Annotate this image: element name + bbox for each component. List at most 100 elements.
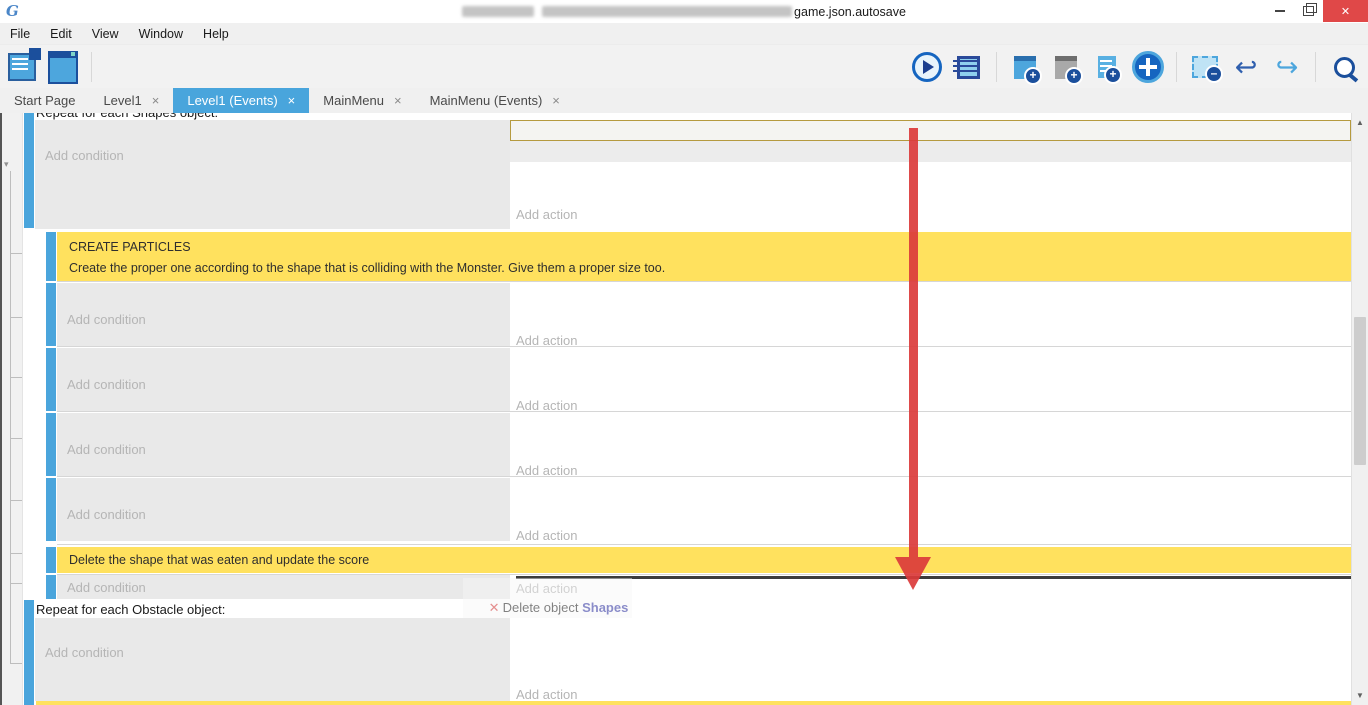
window-controls: ✕	[1265, 0, 1368, 22]
add-comment-button[interactable]: +	[1091, 51, 1123, 83]
annotation-arrow-head	[895, 557, 931, 590]
action-row-play-sound[interactable]: Play the sound killed.wav, vol.: , loop:…	[510, 663, 1351, 684]
conditions-column: x?The number of Shape2 objects is ≠ 0 Ad…	[57, 348, 510, 411]
comment-block[interactable]: CREATE PARTICLES Create the proper one a…	[57, 232, 1351, 281]
event-selection-bar	[24, 600, 34, 705]
add-action-link[interactable]: Add action	[510, 525, 1351, 546]
scene-editor-button[interactable]	[47, 51, 79, 83]
conditions-column: Obstacle is in collision with Monster Ad…	[35, 618, 510, 701]
delete-selection-icon: –	[1192, 56, 1218, 78]
menu-item-edit[interactable]: Edit	[40, 27, 82, 41]
action-row-delete-obstacle[interactable]: ✕Delete object Obstacle	[510, 621, 1351, 642]
tree-tick	[10, 253, 22, 254]
window-title-text: game.json.autosave	[794, 5, 906, 19]
menu-item-view[interactable]: View	[82, 27, 129, 41]
tab-mainmenu[interactable]: MainMenu ×	[309, 88, 415, 113]
event-selection-bar	[46, 232, 56, 281]
vertical-scrollbar[interactable]: ▲ ▼	[1351, 113, 1368, 705]
tree-line	[10, 171, 11, 663]
event-selection-bar	[46, 547, 56, 573]
action-row-damage[interactable]: Damage Monster, removing 1 from its heal…	[510, 642, 1351, 663]
add-condition-link[interactable]: Add condition	[45, 145, 510, 166]
event-separator	[57, 346, 1351, 347]
preview-button[interactable]	[911, 51, 943, 83]
undo-button[interactable]: ↩	[1230, 51, 1262, 83]
condition-row[interactable]: x?The number of Shape1 objects is ≠ 0	[67, 288, 510, 309]
close-tab-icon[interactable]: ×	[152, 93, 160, 108]
tab-label: Level1 (Events)	[187, 93, 277, 108]
add-subevent-button[interactable]: +	[1050, 51, 1082, 83]
condition-row[interactable]: Shapes is in collision with Monster	[45, 124, 510, 145]
menu-item-file[interactable]: File	[0, 27, 40, 41]
restore-button[interactable]	[1294, 0, 1323, 22]
add-event-button[interactable]: +	[1009, 51, 1041, 83]
event-sheet: ▾ Repeat for each Shapes object: Shapes …	[0, 113, 1351, 705]
tab-level1-events[interactable]: Level1 (Events) ×	[173, 88, 309, 113]
add-action-link[interactable]: Add action	[510, 204, 1351, 225]
close-tab-icon[interactable]: ×	[394, 93, 402, 108]
title-bar: G game.json.autosave ✕	[0, 0, 1368, 23]
gdevelop-window: G game.json.autosave ✕ File Edit View Wi…	[0, 0, 1368, 705]
action-row-set-size[interactable]: Do = Shape2.Width() to the parameter 1 o…	[510, 374, 1351, 395]
redacted-text	[462, 6, 534, 17]
redo-button[interactable]: ↪	[1271, 51, 1303, 83]
close-tab-icon[interactable]: ×	[552, 93, 560, 108]
scroll-up-icon[interactable]: ▲	[1352, 118, 1368, 127]
tab-label: Start Page	[14, 93, 75, 108]
redo-icon: ↪	[1276, 54, 1299, 81]
search-button[interactable]	[1328, 51, 1360, 83]
delete-selection-button[interactable]: –	[1189, 51, 1221, 83]
condition-row[interactable]: x?The number of Shape3 objects is ≠ 0	[67, 418, 510, 439]
scroll-down-icon[interactable]: ▼	[1352, 691, 1368, 700]
event-separator	[57, 281, 1351, 282]
redacted-text	[542, 6, 792, 17]
action-row-create-object[interactable]: Create object Shape4Explosion at positio…	[510, 483, 1351, 504]
condition-row[interactable]: x?The number of Shape4 objects is ≠ 0	[67, 483, 510, 504]
event-selection-bar	[46, 348, 56, 411]
comment-block[interactable]: Delete the shape that was eaten and upda…	[57, 547, 1351, 573]
action-row-set-size[interactable]: Do = Shape1.Width() to the parameter 1 o…	[510, 309, 1351, 330]
tree-tick	[10, 553, 22, 554]
add-condition-link[interactable]: Add condition	[67, 439, 510, 460]
debug-button[interactable]	[952, 51, 984, 83]
project-manager-icon	[8, 53, 36, 81]
action-row-scene-variable[interactable]: VarDo + 1 to scene variable Score	[510, 162, 1351, 183]
scrollbar-thumb[interactable]	[1354, 317, 1366, 465]
action-row-set-size[interactable]: Do = Shape4.Width() to the parameter 1 o…	[510, 504, 1351, 525]
project-manager-button[interactable]	[6, 51, 38, 83]
add-condition-link[interactable]: Add condition	[67, 374, 510, 395]
close-button[interactable]: ✕	[1323, 0, 1368, 22]
tab-label: MainMenu	[323, 93, 384, 108]
actions-column: Create object Shape1Explosion at positio…	[510, 283, 1351, 346]
bug-icon	[957, 56, 980, 79]
comment-block-partial[interactable]	[36, 701, 1351, 705]
object-name: Shapes	[582, 600, 628, 615]
action-row-text-object[interactable]: txt Do = "Score: " + ToString(Variable(S…	[510, 183, 1351, 204]
action-row-set-size[interactable]: Do = Shape3.Width() to the parameter 1 o…	[510, 439, 1351, 460]
collapse-arrow-icon[interactable]: ▾	[4, 159, 9, 170]
action-row-create-object[interactable]: Create object Shape3Explosion at positio…	[510, 418, 1351, 439]
tab-mainmenu-events[interactable]: MainMenu (Events)×	[416, 88, 574, 113]
event-separator	[57, 544, 1351, 545]
condition-row[interactable]: x?The number of Shape2 objects is ≠ 0	[67, 353, 510, 374]
add-other-event-button[interactable]	[1132, 51, 1164, 83]
event-header[interactable]: Repeat for each Obstacle object:	[36, 602, 225, 618]
menu-item-help[interactable]: Help	[193, 27, 239, 41]
add-condition-link[interactable]: Add condition	[45, 642, 510, 663]
action-row-play-sound[interactable]: Play the sound monster.wav, vol.: 100, l…	[510, 141, 1351, 162]
close-tab-icon[interactable]: ×	[288, 93, 296, 108]
tree-tick	[10, 663, 22, 664]
minimize-button[interactable]	[1265, 0, 1294, 22]
menu-item-window[interactable]: Window	[129, 27, 193, 41]
window-title: game.json.autosave	[0, 0, 1368, 23]
action-row-create-object[interactable]: Create object Shape1Explosion at positio…	[510, 288, 1351, 309]
action-row-delete-shapes[interactable]: ✕Delete object Shapes	[510, 120, 1351, 141]
action-row-create-object[interactable]: Create object Shape2Explosion at positio…	[510, 353, 1351, 374]
tab-start-page[interactable]: Start Page	[0, 88, 89, 113]
add-condition-link[interactable]: Add condition	[67, 504, 510, 525]
add-condition-link[interactable]: Add condition	[67, 309, 510, 330]
tab-level1[interactable]: Level1×	[89, 88, 173, 113]
condition-row[interactable]: Obstacle is in collision with Monster	[45, 621, 510, 642]
event-selection-bar	[24, 113, 34, 228]
add-condition-link[interactable]: Add condition	[67, 577, 510, 598]
